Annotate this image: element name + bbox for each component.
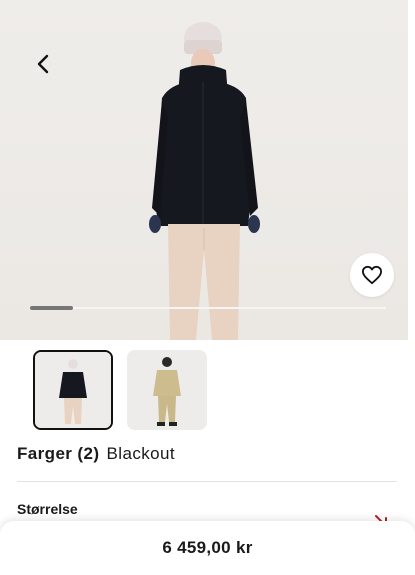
thumbnail-image [127,350,207,430]
divider [17,481,397,482]
thumbnail-strip [33,350,207,430]
gallery-progress-fill [30,306,73,310]
thumbnail-blackout[interactable] [33,350,113,430]
favorite-button[interactable] [350,253,394,297]
price: 6 459,00 kr [162,538,253,557]
model-illustration [149,22,260,340]
color-selector[interactable]: Farger (2) Blackout [17,444,175,464]
chevron-left-icon [37,54,49,74]
price-bar: 6 459,00 kr [0,521,415,575]
gallery-progress [30,306,386,310]
heart-icon [361,265,382,285]
color-label: Farger (2) [17,444,100,463]
thumbnail-beige[interactable] [127,350,207,430]
size-label[interactable]: Størrelse [17,501,78,517]
thumbnail-image [35,352,111,428]
color-value: Blackout [106,444,175,463]
product-screen: Farger (2) Blackout Størrelse 6 459,00 k… [0,0,415,575]
back-button[interactable] [24,44,64,84]
product-image[interactable] [0,0,408,340]
